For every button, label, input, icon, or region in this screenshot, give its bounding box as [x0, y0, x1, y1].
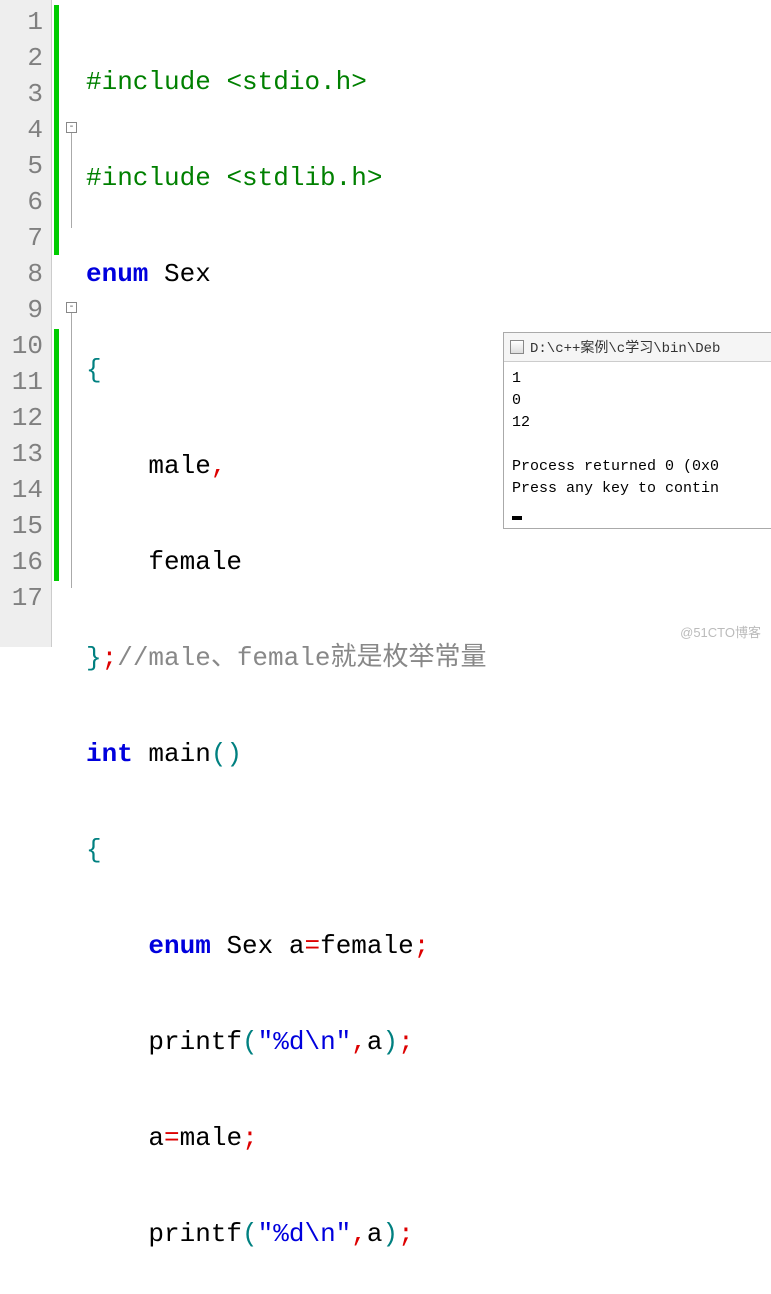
- code-line: enum Sex a=female;: [86, 928, 771, 964]
- line-number: 5: [4, 148, 43, 184]
- code-editor[interactable]: 1 2 3 4 5 6 7 8 9 10 11 12 13 14 15 16 1…: [0, 0, 771, 647]
- line-number: 7: [4, 220, 43, 256]
- code-line: a=male;: [86, 1120, 771, 1156]
- fold-column: - -: [64, 0, 82, 647]
- line-number: 13: [4, 436, 43, 472]
- change-marker-column: [52, 0, 64, 647]
- console-title-text: D:\c++案例\c学习\bin\Deb: [530, 337, 720, 357]
- code-line: enum Sex: [86, 256, 771, 292]
- code-line: printf("%d\n",a);: [86, 1216, 771, 1252]
- line-number: 1: [4, 4, 43, 40]
- console-app-icon: [510, 340, 524, 354]
- code-line: #include <stdio.h>: [86, 64, 771, 100]
- line-number: 6: [4, 184, 43, 220]
- code-line: {: [86, 832, 771, 868]
- code-line: };//male、female就是枚举常量: [86, 640, 771, 676]
- code-line: female: [86, 544, 771, 580]
- code-line: #include <stdlib.h>: [86, 160, 771, 196]
- line-number: 14: [4, 472, 43, 508]
- change-marker: [54, 329, 59, 581]
- line-number: 3: [4, 76, 43, 112]
- fold-toggle-icon[interactable]: -: [66, 122, 77, 133]
- line-number: 12: [4, 400, 43, 436]
- line-number: 4: [4, 112, 43, 148]
- change-marker: [54, 5, 59, 255]
- code-line: printf("%d\n",a);: [86, 1024, 771, 1060]
- console-output: 1 0 12 Process returned 0 (0x0 Press any…: [504, 362, 771, 528]
- watermark: @51CTO博客: [680, 622, 761, 641]
- fold-toggle-icon[interactable]: -: [66, 302, 77, 313]
- code-area[interactable]: #include <stdio.h> #include <stdlib.h> e…: [82, 0, 771, 647]
- line-number: 16: [4, 544, 43, 580]
- line-number: 15: [4, 508, 43, 544]
- console-window[interactable]: D:\c++案例\c学习\bin\Deb 1 0 12 Process retu…: [503, 332, 771, 529]
- console-titlebar[interactable]: D:\c++案例\c学习\bin\Deb: [504, 333, 771, 362]
- line-number: 2: [4, 40, 43, 76]
- line-number: 11: [4, 364, 43, 400]
- line-number-gutter: 1 2 3 4 5 6 7 8 9 10 11 12 13 14 15 16 1…: [0, 0, 52, 647]
- console-cursor: [512, 516, 522, 520]
- fold-guide: [71, 133, 72, 228]
- line-number: 8: [4, 256, 43, 292]
- line-number: 17: [4, 580, 43, 616]
- line-number: 10: [4, 328, 43, 364]
- code-line: int main(): [86, 736, 771, 772]
- fold-guide: [71, 313, 72, 588]
- line-number: 9: [4, 292, 43, 328]
